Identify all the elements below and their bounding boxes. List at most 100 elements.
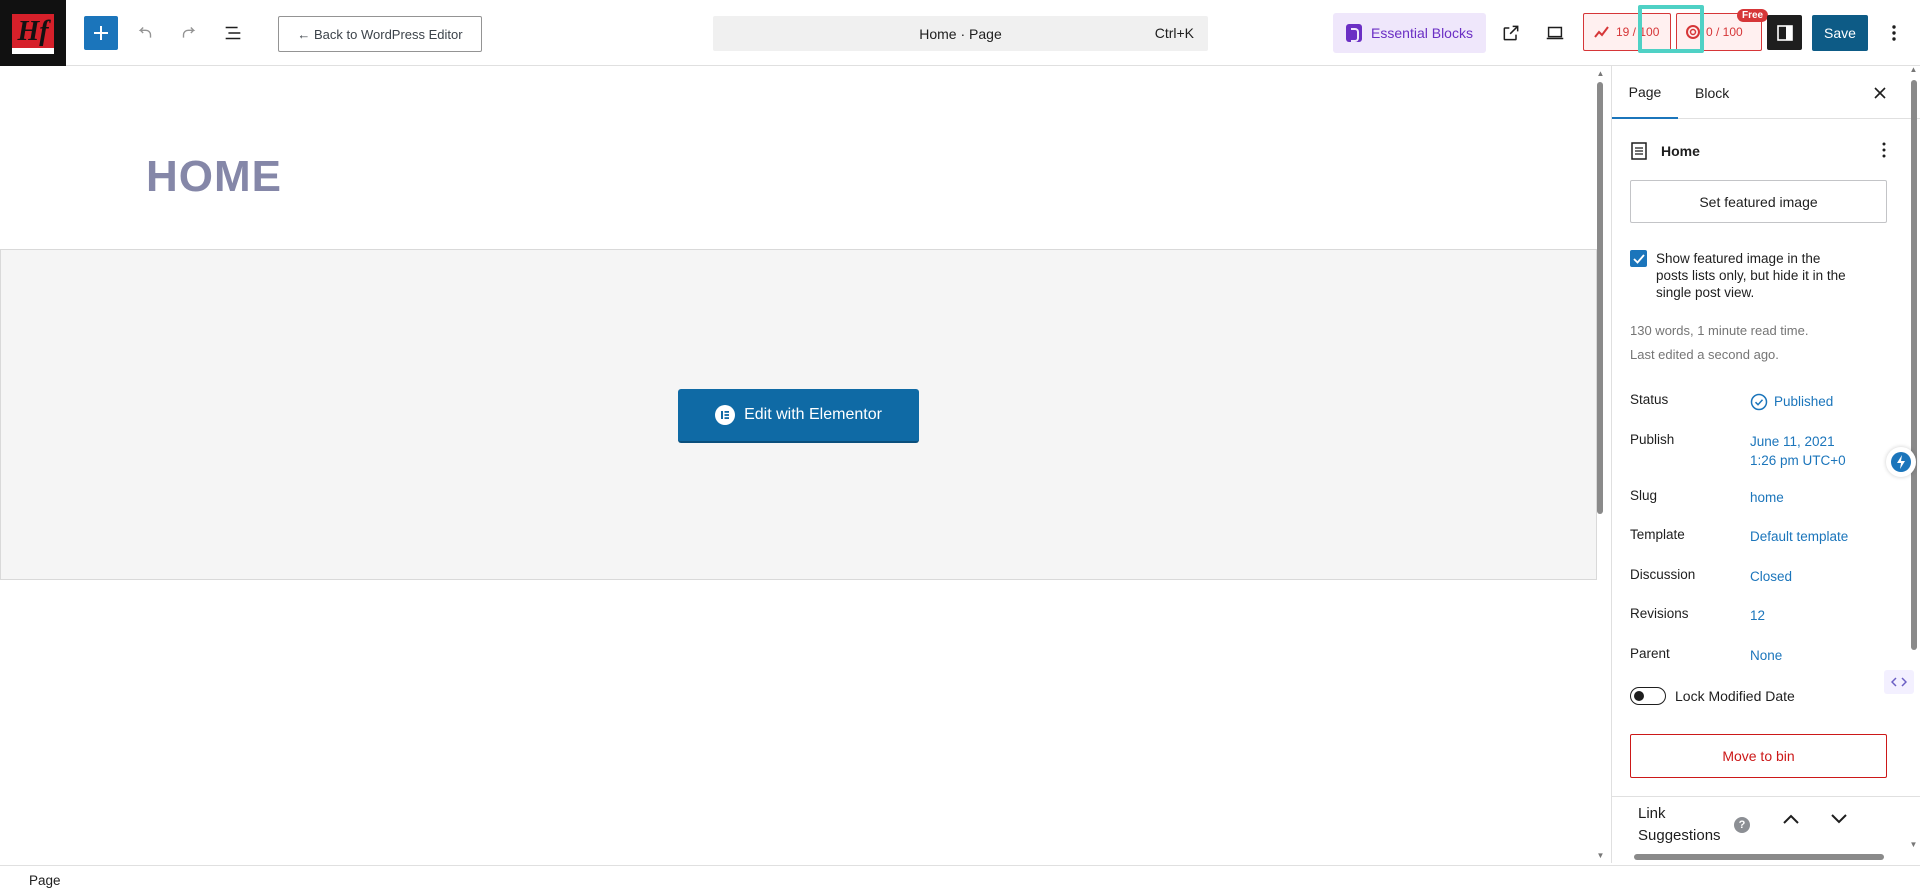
readability-score-value: 0 / 100 [1706,25,1743,39]
featured-image-checkbox-label[interactable]: Show featured image in the posts lists o… [1656,250,1856,301]
chevron-up-icon [1783,814,1799,824]
edit-with-elementor-button[interactable]: Edit with Elementor [678,389,919,443]
published-check-icon [1750,394,1768,411]
add-block-button[interactable] [84,16,118,50]
scroll-up-arrow-icon[interactable]: ▲ [1596,70,1605,78]
sidebar-panel-icon [1776,24,1793,41]
lightning-icon [1891,452,1911,472]
lock-modified-date-toggle[interactable] [1630,687,1666,705]
redo-button[interactable] [172,16,206,50]
free-badge: Free [1737,9,1769,22]
command-palette-bar[interactable]: Home · Page Ctrl+K [713,16,1208,51]
help-icon[interactable]: ? [1734,817,1750,833]
move-panel-up-button[interactable] [1782,813,1800,828]
status-label: Status [1630,392,1669,407]
move-panel-down-button[interactable] [1830,813,1848,828]
save-button[interactable]: Save [1812,15,1868,51]
sidebar-horizontal-scrollbar[interactable] [1630,853,1900,861]
discussion-label: Discussion [1630,567,1696,582]
block-breadcrumb[interactable]: Page [29,873,61,888]
move-to-bin-button[interactable]: Move to bin [1630,734,1887,778]
sidebar-scroll-up-arrow-icon[interactable]: ▲ [1909,66,1918,74]
seo-score-icon [1594,26,1609,38]
settings-sidebar-toggle[interactable] [1767,15,1802,50]
link-suggestions-panel: Link Suggestions ? [1612,796,1920,861]
code-arrows-icon [1891,677,1907,687]
publish-time: 1:26 pm UTC+0 [1750,453,1846,468]
parent-value[interactable]: None [1750,646,1782,665]
discussion-value[interactable]: Closed [1750,567,1792,586]
back-to-wordpress-editor-button[interactable]: ← Back to WordPress Editor [278,16,482,52]
sidebar-tabs: Page Block [1612,66,1920,119]
template-label: Template [1630,527,1685,542]
publish-date: June 11, 2021 [1750,434,1835,449]
view-page-button[interactable] [1494,16,1528,50]
publish-label: Publish [1630,432,1675,447]
chevron-down-icon [1831,814,1847,824]
document-overview-button[interactable] [216,16,250,50]
publish-date-button[interactable]: June 11, 2021 1:26 pm UTC+0 [1750,432,1846,470]
site-logo-icon: Hf [12,14,54,54]
elementor-icon [715,405,736,425]
undo-icon [138,27,152,38]
canvas-scrollbar-thumb[interactable] [1597,82,1603,514]
page-icon [1631,142,1647,160]
desktop-icon [1546,26,1564,40]
collapse-widget-button[interactable] [1884,670,1914,694]
undo-button[interactable] [128,16,162,50]
page-title-heading[interactable]: HOME [146,152,282,202]
more-vertical-icon [1882,142,1886,158]
sidebar-horizontal-scrollbar-thumb[interactable] [1634,854,1884,860]
document-summary: Home [1630,136,1900,166]
canvas-scrollbar[interactable]: ▲ ▼ [1596,70,1605,860]
close-sidebar-button[interactable] [1868,81,1892,105]
document-name: Home [1661,143,1700,159]
settings-sidebar: Page Block Home Set featured image Show … [1611,66,1920,863]
tab-page[interactable]: Page [1612,66,1678,119]
template-row: Template Default template [1630,527,1900,547]
revisions-label: Revisions [1630,606,1689,621]
slug-row: Slug home [1630,488,1900,508]
close-icon [1874,87,1886,99]
device-preview-button[interactable] [1538,16,1572,50]
slug-value[interactable]: home [1750,488,1784,507]
sidebar-scrollbar-thumb[interactable] [1911,80,1917,650]
floating-assistant-button[interactable] [1886,447,1916,477]
lock-modified-date-row: Lock Modified Date [1630,685,1890,707]
tab-block[interactable]: Block [1695,66,1755,119]
essential-blocks-button[interactable]: Essential Blocks [1333,13,1486,53]
focus-highlight-box [1638,5,1704,53]
revisions-row: Revisions 12 [1630,606,1900,626]
publish-row: Publish June 11, 2021 1:26 pm UTC+0 [1630,432,1900,472]
editor-footer: Page [0,865,1920,893]
external-link-icon [1503,25,1519,41]
options-menu-button[interactable] [1880,16,1908,50]
status-value[interactable]: Published [1750,392,1833,411]
link-suggestions-label: Link Suggestions [1638,805,1721,844]
parent-row: Parent None [1630,646,1900,666]
top-toolbar: Hf ← Back to WordPress Editor Home · Pag… [0,0,1920,66]
editor-canvas[interactable]: HOME Edit with Elementor ▲ ▼ [0,66,1605,863]
status-value-text: Published [1774,394,1834,409]
toggle-knob [1634,691,1644,701]
site-logo[interactable]: Hf [0,0,66,66]
essential-blocks-label: Essential Blocks [1371,25,1473,41]
checkmark-icon [1632,253,1645,264]
template-value[interactable]: Default template [1750,527,1848,546]
set-featured-image-button[interactable]: Set featured image [1630,180,1887,223]
svg-text:Hf: Hf [16,16,51,47]
featured-image-checkbox[interactable] [1630,250,1647,267]
word-count-meta: 130 words, 1 minute read time. [1630,323,1809,338]
last-edited-meta: Last edited a second ago. [1630,347,1779,362]
command-shortcut: Ctrl+K [1154,25,1194,41]
scroll-down-arrow-icon[interactable]: ▼ [1596,852,1605,860]
lock-modified-date-label: Lock Modified Date [1675,688,1795,704]
sidebar-scroll-down-arrow-icon[interactable]: ▼ [1909,841,1918,849]
revisions-value[interactable]: 12 [1750,606,1765,625]
more-vertical-icon [1892,25,1896,41]
document-title: Home · Page [919,25,1002,42]
edit-with-elementor-label: Edit with Elementor [744,406,882,423]
slug-label: Slug [1630,488,1658,503]
status-row: Status Published [1630,392,1900,412]
document-actions-button[interactable] [1882,141,1886,162]
